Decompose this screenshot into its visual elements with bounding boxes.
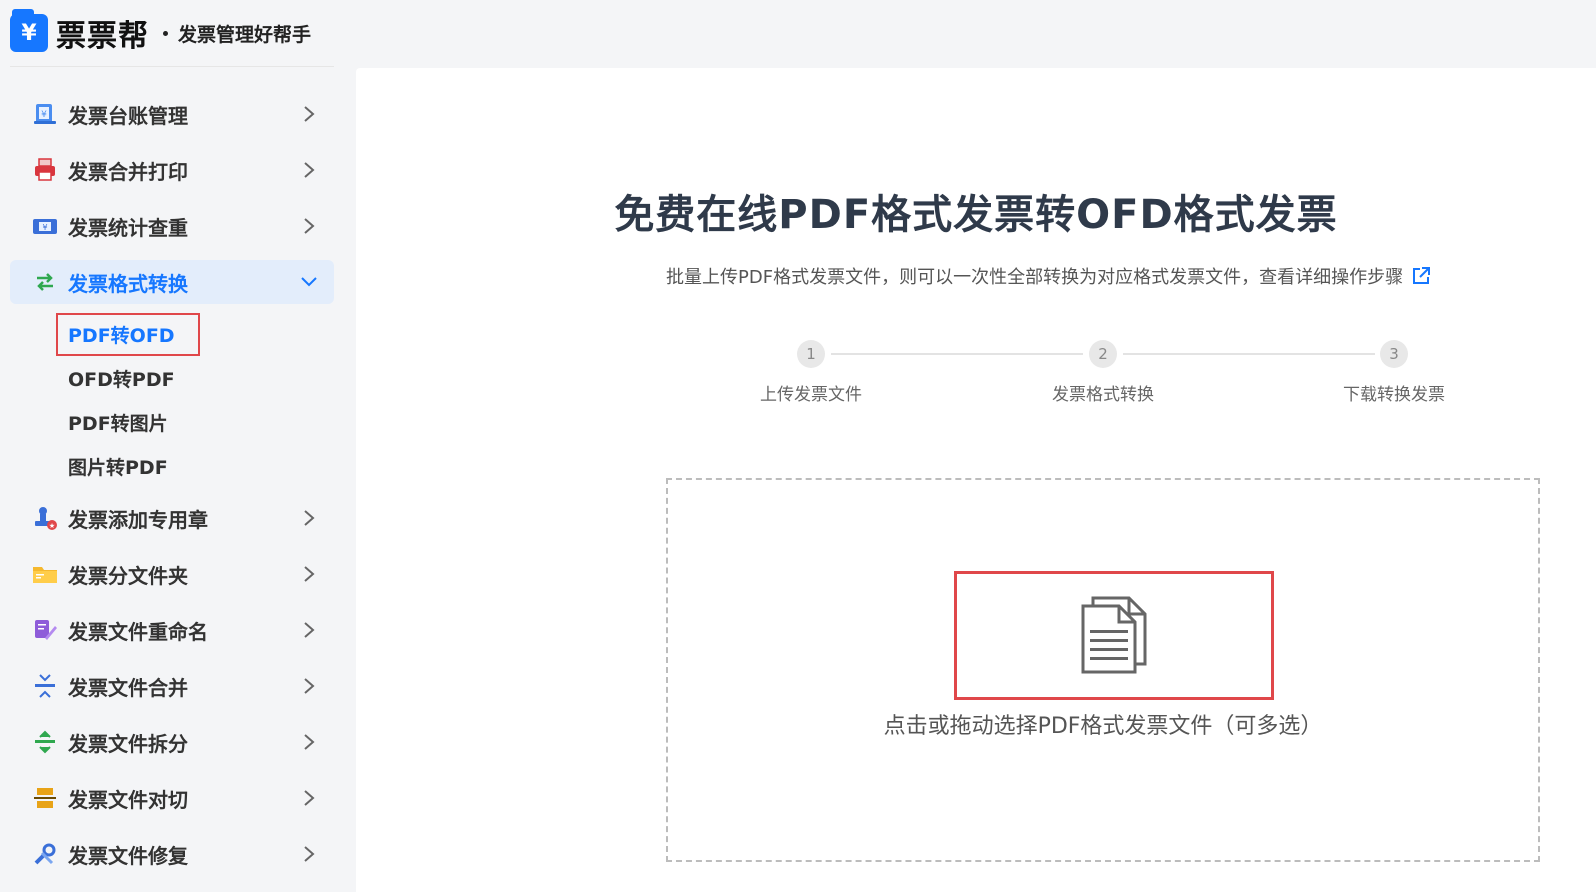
description-text: 批量上传PDF格式发票文件，则可以一次性全部转换为对应格式发票文件，查看详细操作… [666, 267, 1404, 288]
chevron-down-icon [300, 273, 318, 291]
convert-icon [32, 269, 58, 295]
submenu-ofd-to-pdf[interactable]: OFD转PDF [10, 356, 334, 400]
sidebar-item-folder[interactable]: 发票分文件夹 [10, 552, 334, 596]
chevron-right-icon [300, 733, 318, 751]
sidebar-item-rename[interactable]: 发票文件重命名 [10, 608, 334, 652]
merge-icon [32, 673, 58, 699]
sidebar-item-label: 发票文件拆分 [68, 731, 188, 756]
sidebar-item-label: 发票文件重命名 [68, 619, 208, 644]
step-2-circle: 2 [1089, 340, 1117, 368]
folder-icon [32, 561, 58, 587]
step-3-circle: 3 [1380, 340, 1408, 368]
submenu-image-to-pdf[interactable]: 图片转PDF [10, 444, 334, 488]
step-1-circle: 1 [797, 340, 825, 368]
brand-name[interactable]: 票票帮 [56, 11, 149, 55]
sidebar-item-label: 发票文件对切 [68, 787, 188, 812]
sidebar-item-label: 发票格式转换 [68, 271, 188, 296]
chevron-right-icon [300, 161, 318, 179]
sidebar-item-repair[interactable]: 发票文件修复 [10, 832, 334, 876]
submenu-label: PDF转OFD [56, 312, 200, 356]
app-header: ¥ 票票帮 发票管理好帮手 [0, 0, 340, 66]
sidebar-item-merge[interactable]: 发票文件合并 [10, 664, 334, 708]
chevron-right-icon [300, 217, 318, 235]
step-indicator: 1 2 3 上传发票文件 发票格式转换 下载转换发票 [746, 340, 1446, 410]
submenu-pdf-to-ofd[interactable]: PDF转OFD [10, 312, 334, 356]
file-upload-target[interactable] [954, 571, 1274, 700]
svg-text:★: ★ [49, 522, 55, 530]
sidebar-item-label: 发票文件合并 [68, 675, 188, 700]
svg-text:¥: ¥ [41, 110, 47, 120]
header-divider [10, 66, 334, 67]
printer-icon [32, 157, 58, 183]
sidebar-item-print[interactable]: 发票合并打印 [10, 148, 334, 192]
document-icon [1079, 594, 1149, 678]
step-1-label: 上传发票文件 [760, 385, 862, 405]
rename-icon [32, 617, 58, 643]
step-2-label: 发票格式转换 [1052, 385, 1154, 405]
submenu-label: OFD转PDF [68, 368, 175, 391]
wrench-icon [32, 841, 58, 867]
chevron-right-icon [300, 621, 318, 639]
sidebar-item-statistics[interactable]: ¥ 发票统计查重 [10, 204, 334, 248]
submenu-label: 图片转PDF [68, 456, 168, 479]
sidebar-item-ledger[interactable]: ¥ 发票台账管理 [10, 92, 334, 136]
sidebar-item-label: 发票分文件夹 [68, 563, 188, 588]
step-3-label: 下载转换发票 [1343, 385, 1445, 405]
sidebar-item-label: 发票文件修复 [68, 843, 188, 868]
dropzone-hint: 点击或拖动选择PDF格式发票文件（可多选） [883, 714, 1323, 739]
sidebar-item-split[interactable]: 发票文件拆分 [10, 720, 334, 764]
ledger-icon: ¥ [32, 101, 58, 127]
chevron-right-icon [300, 565, 318, 583]
step-connector [831, 353, 1083, 355]
sidebar-item-label: 发票台账管理 [68, 103, 188, 128]
file-dropzone[interactable]: 点击或拖动选择PDF格式发票文件（可多选） [666, 478, 1540, 862]
split-icon [32, 729, 58, 755]
page-title: 免费在线PDF格式发票转OFD格式发票 [614, 192, 1338, 238]
cut-icon [32, 785, 58, 811]
sidebar-item-format-convert[interactable]: 发票格式转换 [10, 260, 334, 304]
chevron-right-icon [300, 105, 318, 123]
main-panel: 免费在线PDF格式发票转OFD格式发票 批量上传PDF格式发票文件，则可以一次性… [356, 68, 1596, 892]
external-link-icon[interactable] [1411, 266, 1431, 286]
logo-glyph: ¥ [21, 20, 37, 46]
format-convert-submenu: PDF转OFD OFD转PDF PDF转图片 图片转PDF [10, 312, 334, 488]
logo-icon[interactable]: ¥ [10, 9, 48, 52]
sidebar-item-stamp[interactable]: ★ 发票添加专用章 [10, 496, 334, 540]
chevron-right-icon [300, 789, 318, 807]
money-icon: ¥ [32, 213, 58, 239]
sidebar-item-label: 发票添加专用章 [68, 507, 208, 532]
svg-text:¥: ¥ [42, 223, 47, 232]
chevron-right-icon [300, 509, 318, 527]
sidebar-item-label: 发票统计查重 [68, 215, 188, 240]
page-description: 批量上传PDF格式发票文件，则可以一次性全部转换为对应格式发票文件，查看详细操作… [666, 263, 1431, 289]
submenu-label: PDF转图片 [68, 412, 168, 435]
sidebar-item-label: 发票合并打印 [68, 159, 188, 184]
chevron-right-icon [300, 845, 318, 863]
slogan-text: 发票管理好帮手 [178, 23, 312, 46]
sidebar-item-cut[interactable]: 发票文件对切 [10, 776, 334, 820]
submenu-pdf-to-image[interactable]: PDF转图片 [10, 400, 334, 444]
slogan: 发票管理好帮手 [163, 20, 311, 47]
stamp-icon: ★ [32, 505, 58, 531]
sidebar: ¥ 发票台账管理 发票合并打印 ¥ 发票统计查重 发票格式转换 PDF转OFD … [10, 92, 334, 888]
chevron-right-icon [300, 677, 318, 695]
step-connector [1123, 353, 1375, 355]
